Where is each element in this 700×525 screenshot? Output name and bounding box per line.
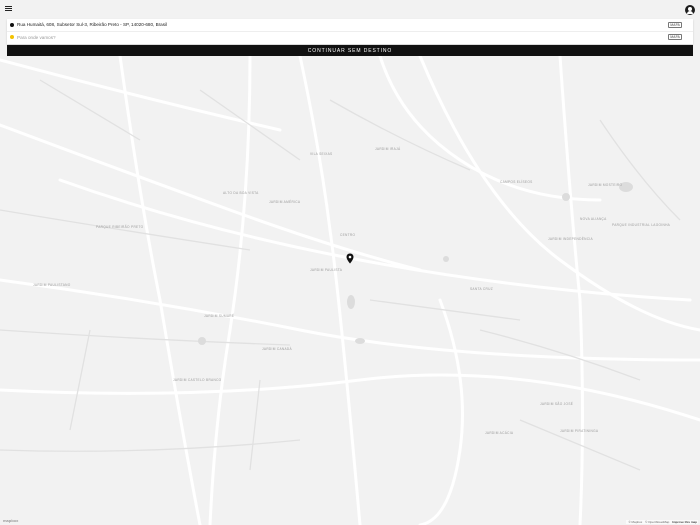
mapbox-logo[interactable]: mapbox <box>3 518 18 523</box>
map-label: PARQUE RIBEIRÃO PRETO <box>96 224 144 229</box>
origin-address[interactable]: Rua Humaitá, 608, Subsetor Sul-3, Ribeir… <box>17 21 167 29</box>
destination-dot-icon <box>10 35 14 39</box>
map-label: JARDIM ACÁCIA <box>485 431 514 435</box>
map-label: CAMPOS ELÍSEOS <box>500 180 533 184</box>
destination-input[interactable] <box>17 33 617 41</box>
map-attribution: © Mapbox © OpenStreetMap Improve this ma… <box>625 520 698 524</box>
mapbox-attribution-link[interactable]: © Mapbox <box>629 520 643 524</box>
destination-map-button[interactable]: MAPA <box>668 34 682 40</box>
destination-row[interactable]: MAPA <box>7 31 693 43</box>
map-label: JARDIM PAULISTA <box>310 268 343 272</box>
map-label: JARDIM CASTELO BRANCO <box>173 378 222 382</box>
map-label: SANTA CRUZ <box>470 287 493 291</box>
map-label: CENTRO <box>340 233 355 237</box>
map-label: JARDIM SUMARÉ <box>204 313 234 318</box>
map-label: JARDIM AMÉRICA <box>269 199 301 204</box>
osm-attribution-link[interactable]: © OpenStreetMap <box>645 520 669 524</box>
map-label: PARQUE INDUSTRIAL LAGOINHA <box>612 223 671 227</box>
map-label: JARDIM PAULISTANO <box>33 283 71 287</box>
origin-map-button[interactable]: MAPA <box>668 22 682 28</box>
continue-without-destination-button[interactable]: CONTINUAR SEM DESTINO <box>7 45 693 56</box>
map-label: JARDIM MOSTEIRO <box>588 183 622 187</box>
origin-dot-icon <box>10 23 14 27</box>
hamburger-menu-icon[interactable] <box>3 2 19 18</box>
map-label: JARDIM IRAJÁ <box>375 147 401 151</box>
map-label: JARDIM CANADÁ <box>262 347 293 351</box>
map-label: ALTO DA BOA VISTA <box>223 191 259 195</box>
map-label: JARDIM PIRATININGA <box>560 429 599 433</box>
location-pin-icon <box>346 253 354 264</box>
map-label: JARDIM INDEPENDÊNCIA <box>548 236 594 241</box>
improve-map-link[interactable]: Improve this map <box>672 520 697 524</box>
trip-panel: Rua Humaitá, 608, Subsetor Sul-3, Ribeir… <box>7 19 693 44</box>
map-label: JARDIM SÃO JOSÉ <box>540 401 573 406</box>
map-label: VILA SEIXAS <box>310 152 332 156</box>
map-label: NOVA ALIANÇA <box>580 217 607 221</box>
user-profile-icon[interactable] <box>685 5 695 15</box>
